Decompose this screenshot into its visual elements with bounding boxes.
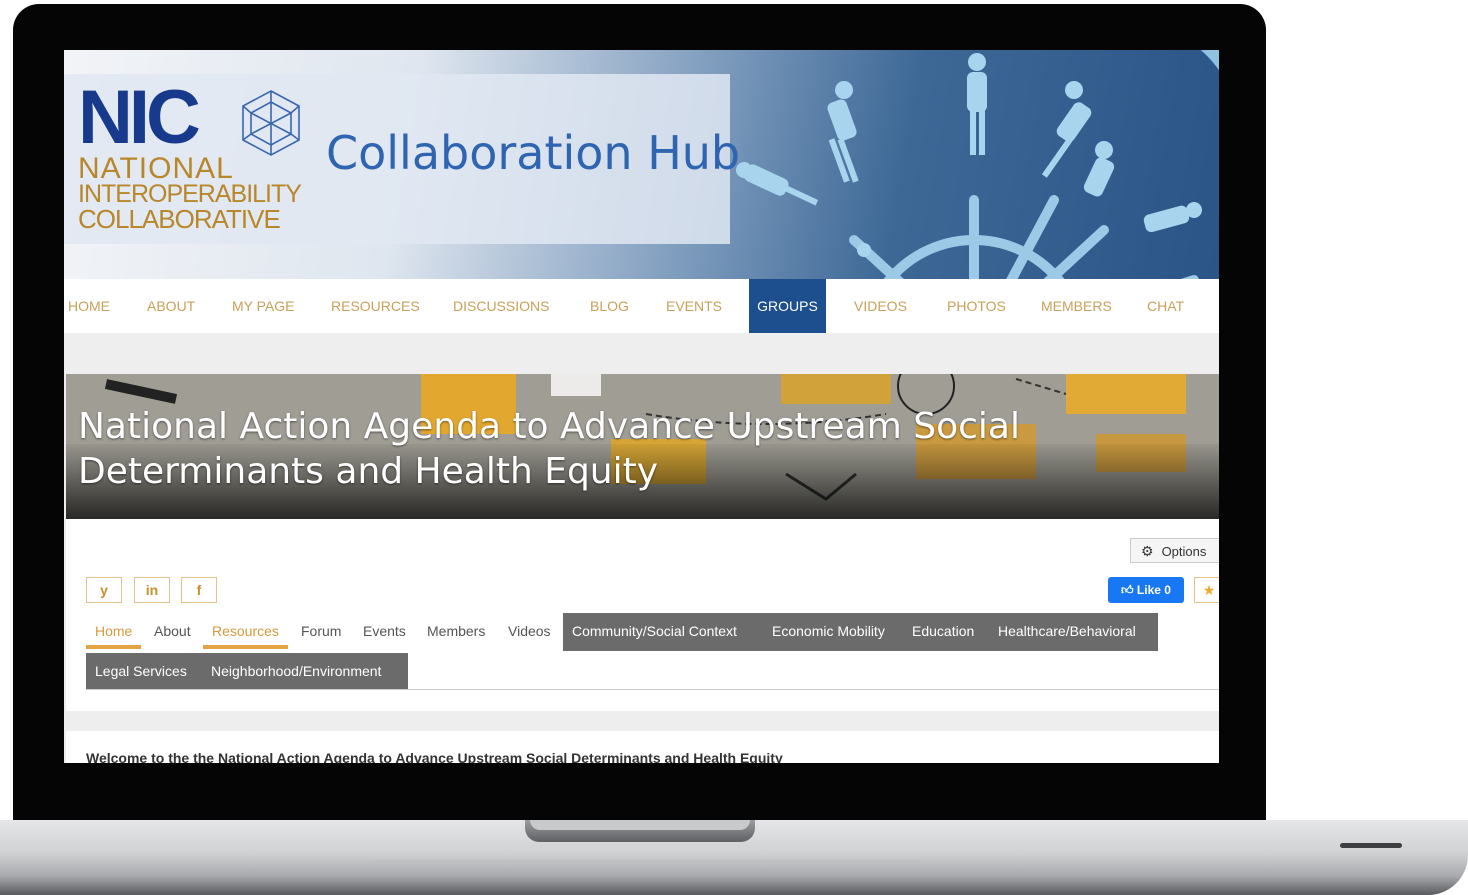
welcome-text: Welcome to the the National Action Agend… [86,750,783,763]
browser-screen: NIC NATIONAL INTEROPERABILITY COLLABORAT… [64,50,1219,763]
main-navigation: HOME ABOUT MY PAGE RESOURCES DISCUSSIONS… [64,279,1219,333]
facebook-icon: f [196,582,202,598]
nav-my-page[interactable]: MY PAGE [232,279,295,333]
nav-home[interactable]: HOME [68,279,110,333]
tab-members[interactable]: Members [418,613,494,649]
nav-members[interactable]: MEMBERS [1041,279,1112,333]
nav-groups[interactable]: GROUPS [749,279,826,333]
nav-videos[interactable]: VIDEOS [854,279,907,333]
nav-discussions[interactable]: DISCUSSIONS [453,279,549,333]
tab-healthcare-behavioral[interactable]: Healthcare/Behavioral [989,613,1145,649]
tab-about[interactable]: About [145,613,200,649]
nav-chat[interactable]: CHAT [1147,279,1184,333]
logo-acronym: NIC [78,75,201,160]
laptop-base-edge [375,860,920,863]
linkedin-icon: in [145,582,159,598]
geodesic-gem-icon [242,90,300,156]
tab-videos[interactable]: Videos [499,613,560,649]
site-header-banner: NIC NATIONAL INTEROPERABILITY COLLABORAT… [64,50,1219,279]
tabs-divider [86,689,1219,690]
tab-resources[interactable]: Resources [203,613,288,649]
linkedin-share-button[interactable]: in [134,577,170,603]
logo-line-collaborative: COLLABORATIVE [78,204,281,234]
like-label: Like 0 [1136,583,1171,597]
nav-blog[interactable]: BLOG [590,279,629,333]
nav-about[interactable]: ABOUT [147,279,195,333]
tab-community-social-context[interactable]: Community/Social Context [563,613,746,649]
nav-resources[interactable]: RESOURCES [331,279,420,333]
twitter-share-button[interactable]: y [86,577,122,603]
group-hero-banner: National Action Agenda to Advance Upstre… [66,374,1219,519]
twitter-icon: y [100,582,108,598]
thumbs-up-icon: 👍︎ [1121,583,1134,597]
tab-events[interactable]: Events [354,613,415,649]
tab-education[interactable]: Education [903,613,984,649]
tab-forum[interactable]: Forum [292,613,350,649]
group-title: National Action Agenda to Advance Upstre… [78,406,1020,492]
facebook-share-button[interactable]: f [181,577,217,603]
nav-photos[interactable]: PHOTOS [947,279,1006,333]
facebook-like-button[interactable]: 👍︎ Like 0 [1108,577,1184,603]
tab-neighborhood-environment[interactable]: Neighborhood/Environment [202,653,391,689]
tab-economic-mobility[interactable]: Economic Mobility [763,613,894,649]
nav-events[interactable]: EVENTS [666,279,722,333]
tab-legal-services[interactable]: Legal Services [86,653,196,689]
laptop-hinge-inner [530,820,750,830]
site-title: Collaboration Hub [326,126,741,180]
people-wheel-illustration [736,50,1219,279]
laptop-slot [1340,843,1402,848]
options-button[interactable]: ⚙ Options [1130,538,1219,563]
options-label: Options [1161,544,1207,559]
gear-icon: ⚙ [1141,543,1154,559]
tab-home[interactable]: Home [86,613,142,649]
star-icon[interactable]: ★ [1194,577,1219,603]
